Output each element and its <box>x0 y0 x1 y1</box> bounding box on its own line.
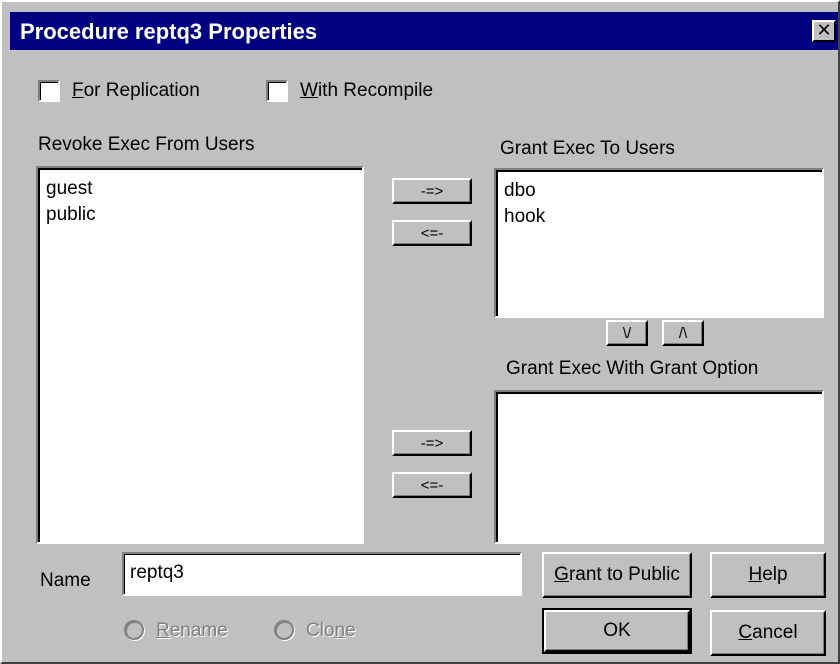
close-button[interactable]: ✕ <box>812 20 836 42</box>
name-input[interactable]: reptq3 <box>122 552 522 596</box>
cancel-button[interactable]: Cancel <box>710 610 826 656</box>
ok-button[interactable]: OK <box>542 608 692 654</box>
for-replication-label[interactable]: For Replication <box>72 80 200 102</box>
name-label: Name <box>40 570 91 591</box>
grant-to-public-button[interactable]: Grant to Public <box>542 552 692 598</box>
rename-label: Rename <box>156 620 228 641</box>
grant-exec-button[interactable]: -=> <box>392 178 472 204</box>
revoke-users-list[interactable]: guest public <box>36 166 364 544</box>
title-bar: Procedure reptq3 Properties ✕ <box>10 12 838 50</box>
clone-label: Clone <box>306 620 356 641</box>
grant-with-option-button[interactable]: -=> <box>392 430 472 456</box>
with-recompile-checkbox[interactable] <box>266 80 288 102</box>
move-down-button[interactable]: \/ <box>606 320 648 346</box>
dialog-title: Procedure reptq3 Properties <box>20 19 318 44</box>
close-icon: ✕ <box>816 20 832 40</box>
list-item[interactable]: public <box>46 202 362 228</box>
for-replication-checkbox[interactable] <box>38 80 60 102</box>
grant-users-label: Grant Exec To Users <box>500 138 675 159</box>
grant-users-list[interactable]: dbo hook <box>494 168 824 318</box>
list-item[interactable]: dbo <box>504 178 822 204</box>
list-item[interactable]: hook <box>504 204 822 230</box>
help-button[interactable]: Help <box>710 552 826 598</box>
revoke-users-label: Revoke Exec From Users <box>38 134 255 155</box>
procedure-properties-dialog: Procedure reptq3 Properties ✕ For Replic… <box>0 0 840 664</box>
with-recompile-label[interactable]: With Recompile <box>300 80 433 102</box>
grant-option-label: Grant Exec With Grant Option <box>506 358 759 379</box>
move-up-button[interactable]: /\ <box>662 320 704 346</box>
revoke-exec-button[interactable]: <=- <box>392 220 472 246</box>
rename-radio[interactable] <box>124 620 144 640</box>
clone-radio[interactable] <box>274 620 294 640</box>
revoke-with-option-button[interactable]: <=- <box>392 472 472 498</box>
grant-option-list[interactable] <box>494 390 824 544</box>
list-item[interactable]: guest <box>46 176 362 202</box>
